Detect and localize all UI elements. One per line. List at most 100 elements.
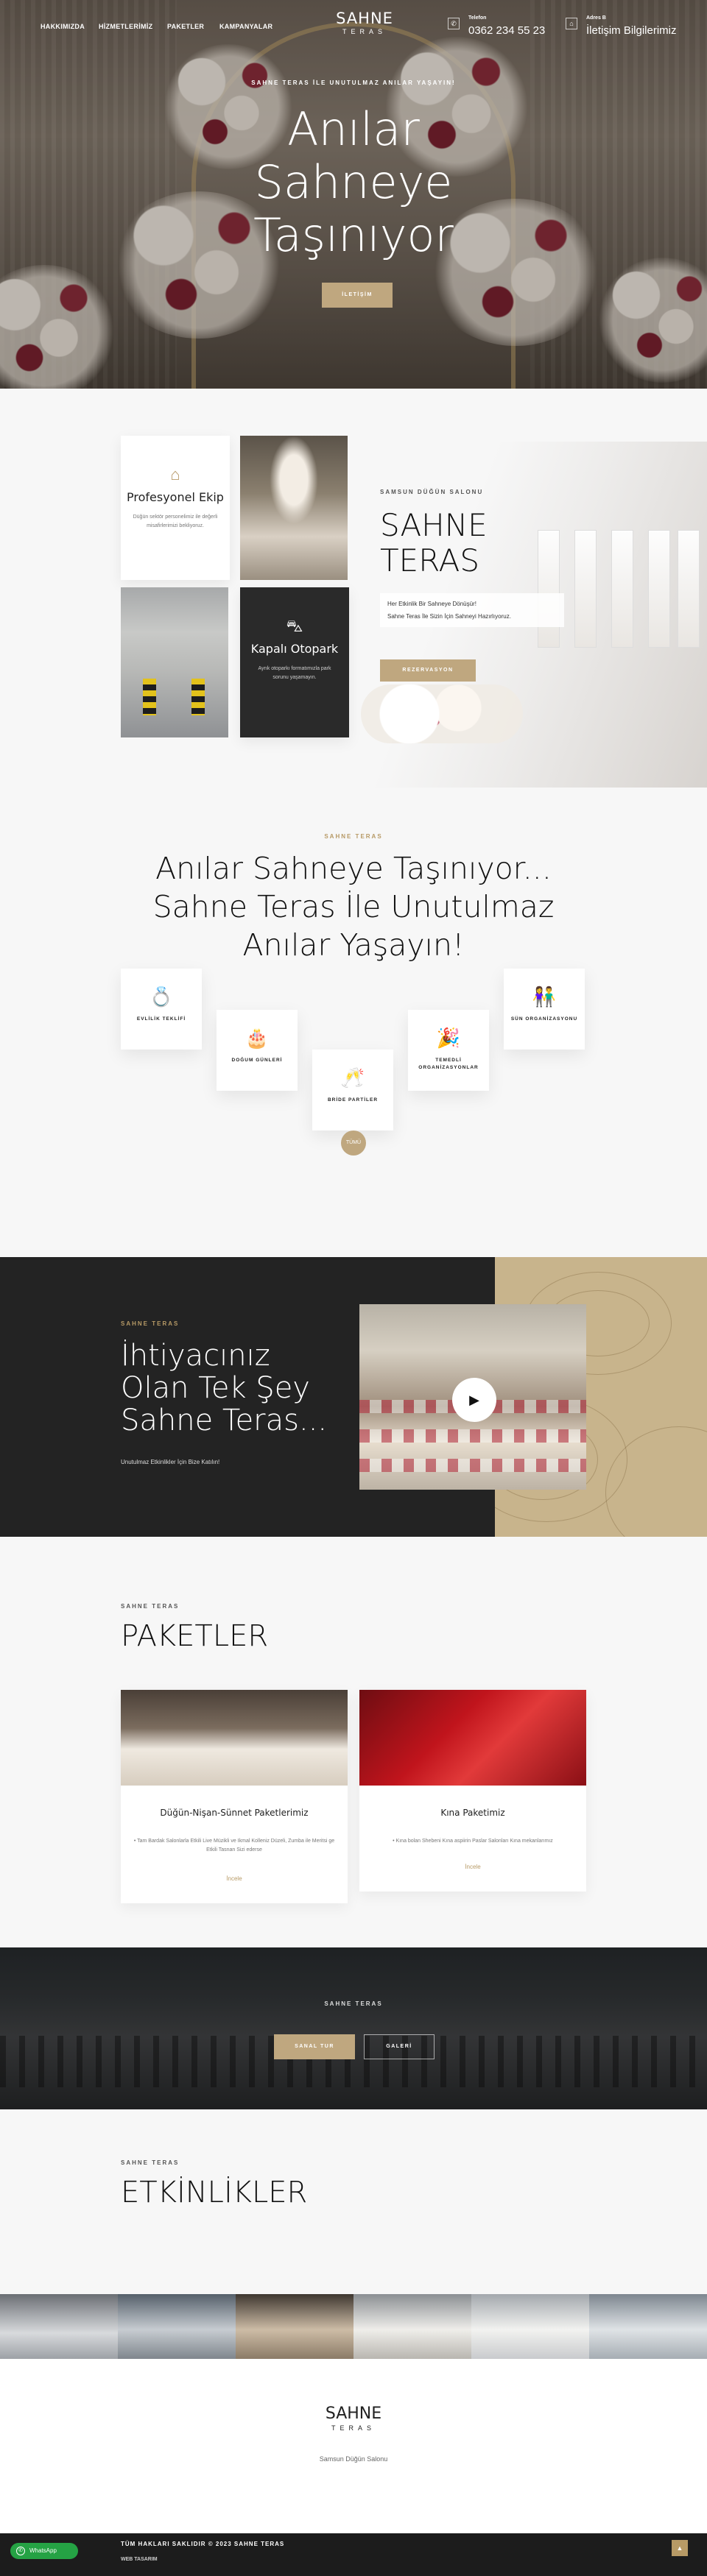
promo-kicker: SAHNE TERAS <box>121 1320 180 1327</box>
service-card-proposal[interactable]: 💍 EVLİLİK TEKLİFİ <box>121 969 202 1050</box>
hero-title: Anılar Sahneye Taşınıyor <box>0 103 707 262</box>
whatsapp-label: WhatsApp <box>29 2547 57 2554</box>
gallery-image[interactable] <box>471 2294 589 2359</box>
toast-icon: 🥂 <box>340 1066 365 1089</box>
footer-tagline: Samsun Düğün Salonu <box>319 2455 388 2463</box>
feature-title: Profesyonel Ekip <box>127 490 224 504</box>
virtual-tour-button[interactable]: SANAL TUR <box>274 2034 355 2059</box>
promo-title-line: Sahne Teras... <box>121 1404 328 1437</box>
package-link[interactable]: İncele <box>121 1875 348 1882</box>
page: HAKKIMIZDA HİZMETLERİMİZ PAKETLER KAMPAN… <box>0 0 707 2576</box>
footer-logo-subtext: TERAS <box>331 2424 376 2432</box>
address-value: İletişim Bilgilerimiz <box>586 24 677 37</box>
whatsapp-button[interactable]: ✆ WhatsApp <box>10 2543 78 2559</box>
service-card-event[interactable]: 🎉 TEMEDLİ ORGANİZASYONLAR <box>408 1010 489 1091</box>
feature-description: Ayrık otoparkı formatımızla park sorunu … <box>258 666 331 680</box>
play-button[interactable]: ▶ <box>452 1378 496 1422</box>
service-label: SÜN ORGANİZASYONU <box>510 1016 578 1022</box>
window <box>538 530 560 648</box>
promo-subtitle: Unutulmaz Etkinlikler İçin Bize Katılın! <box>121 1459 220 1465</box>
package-card-henna[interactable]: Kına Paketimiz • Kına bolan Shebeni Kına… <box>359 1690 586 1892</box>
contact-button[interactable]: İLETİŞİM <box>322 283 393 308</box>
window <box>611 530 633 648</box>
more-services-button[interactable]: TÜMÜ <box>341 1130 366 1156</box>
venue-title-line: TERAS <box>380 542 480 578</box>
gallery-image[interactable] <box>589 2294 707 2359</box>
footer-logo[interactable]: SAHNE TERAS <box>317 2405 390 2432</box>
services-title-line: Anılar Sahneye Taşınıyor... <box>155 851 552 886</box>
footer-background <box>0 2359 707 2533</box>
event-icon: 🎉 <box>436 1027 461 1049</box>
table-row-decor <box>359 1429 586 1443</box>
service-card-couple[interactable]: 👫 SÜN ORGANİZASYONU <box>504 969 585 1050</box>
package-title: Düğün-Nişan-Sünnet Paketlerimiz <box>160 1808 309 1818</box>
cake-icon: 🎂 <box>245 1027 270 1049</box>
chandelier <box>270 436 318 524</box>
venue-title: SAHNE TERAS <box>380 508 488 578</box>
video-thumbnail[interactable]: ▶ <box>359 1304 586 1490</box>
reservation-button[interactable]: REZERVASYON <box>380 659 476 682</box>
services-kicker: SAHNE TERAS <box>324 833 383 840</box>
copyright: TÜM HAKLARI SAKLIDIR © 2023 SAHNE TERAS <box>121 2541 285 2547</box>
tour-banner: SAHNE TERAS SANAL TUR GALERİ <box>0 1947 707 2109</box>
couple-icon: 👫 <box>532 986 557 1008</box>
package-image <box>359 1690 586 1786</box>
service-card-bride[interactable]: 🥂 BRİDE PARTİLER <box>312 1050 393 1130</box>
window <box>678 530 700 648</box>
window <box>574 530 597 648</box>
nav-link-packages[interactable]: PAKETLER <box>167 23 204 30</box>
flower-arrangement <box>361 684 523 743</box>
services-title-line: Anılar Yaşayın! <box>242 927 465 963</box>
service-label: EVLİLİK TEKLİFİ <box>136 1016 186 1022</box>
services-title: Anılar Sahneye Taşınıyor... Sahne Teras … <box>0 849 707 964</box>
service-label: DOĞUM GÜNLERİ <box>231 1058 283 1063</box>
package-description: • Tam Bardak Salonlarla Etkili Live Müzi… <box>133 1839 335 1853</box>
parking-pillar <box>191 679 205 715</box>
team-icon: ⌂ <box>170 465 180 484</box>
scroll-top-button[interactable]: ▲ <box>672 2540 688 2556</box>
logo-subtext: TERAS <box>342 28 387 35</box>
phone-number: 0362 234 55 23 <box>468 24 546 37</box>
location-icon: ⌂ <box>566 18 577 29</box>
phone-label: Telefon <box>468 15 487 21</box>
whatsapp-icon: ✆ <box>16 2547 25 2555</box>
package-card-wedding[interactable]: Düğün-Nişan-Sünnet Paketlerimiz • Tam Ba… <box>121 1690 348 1903</box>
promo-title-line: Olan Tek Şey <box>121 1371 310 1405</box>
service-label: TEMEDLİ ORGANİZASYONLAR <box>418 1058 479 1070</box>
gallery-image[interactable] <box>0 2294 118 2359</box>
hero-section: HAKKIMIZDA HİZMETLERİMİZ PAKETLER KAMPAN… <box>0 0 707 389</box>
gallery-image[interactable] <box>236 2294 354 2359</box>
venue-note: Her Etkinlik Bir Sahneye Dönüşür! Sahne … <box>380 593 564 627</box>
promo-title: İhtiyacınız Olan Tek Şey Sahne Teras... <box>121 1340 327 1437</box>
gallery-image[interactable] <box>118 2294 236 2359</box>
address-label: Adres B <box>586 15 606 21</box>
gallery-button[interactable]: GALERİ <box>364 2034 435 2059</box>
feature-title: Kapalı Otopark <box>250 642 339 656</box>
service-label: BRİDE PARTİLER <box>327 1097 379 1103</box>
package-description: • Kına bolan Shebeni Kına aspiirin Pasla… <box>393 1839 553 1844</box>
events-title: ETKİNLİKLER <box>121 2176 308 2209</box>
service-card-birthday[interactable]: 🎂 DOĞUM GÜNLERİ <box>217 1010 298 1091</box>
gallery-image[interactable] <box>354 2294 471 2359</box>
promo-section: SAHNE TERAS İhtiyacınız Olan Tek Şey Sah… <box>0 1257 707 1537</box>
web-design-credit[interactable]: WEB TASARIM <box>121 2557 158 2562</box>
top-navigation: HAKKIMIZDA HİZMETLERİMİZ PAKETLER KAMPAN… <box>0 0 707 54</box>
package-link[interactable]: İncele <box>359 1864 586 1870</box>
note-line: Her Etkinlik Bir Sahneye Dönüşür! <box>387 601 476 607</box>
services-title-line: Sahne Teras İle Unutulmaz <box>152 889 555 924</box>
feature-card-parking: ⛍ Kapalı Otopark Ayrık otoparkı formatım… <box>240 587 349 737</box>
nav-link-campaigns[interactable]: KAMPANYALAR <box>219 23 272 30</box>
hero-kicker: SAHNE TERAS İLE UNUTULMAZ ANILAR YAŞAYIN… <box>251 79 456 86</box>
proposal-icon: 💍 <box>149 986 174 1008</box>
banner-overlay <box>0 1947 707 2109</box>
nav-link-about[interactable]: HAKKIMIZDA <box>41 23 85 30</box>
events-kicker: SAHNE TERAS <box>121 2159 180 2166</box>
nav-link-services[interactable]: HİZMETLERİMİZ <box>99 23 152 30</box>
table-row-decor <box>359 1459 586 1472</box>
footer-logo-wordmark: SAHNE <box>325 2405 382 2423</box>
feature-card-team: ⌂ Profesyonel Ekip Düğün sektör personel… <box>121 436 230 580</box>
package-title: Kına Paketimiz <box>440 1808 505 1818</box>
site-logo[interactable]: SAHNE TERAS <box>335 10 394 35</box>
hero-title-line: Taşınıyor <box>253 208 454 262</box>
footer-bar: TÜM HAKLARI SAKLIDIR © 2023 SAHNE TERAS … <box>0 2533 707 2576</box>
